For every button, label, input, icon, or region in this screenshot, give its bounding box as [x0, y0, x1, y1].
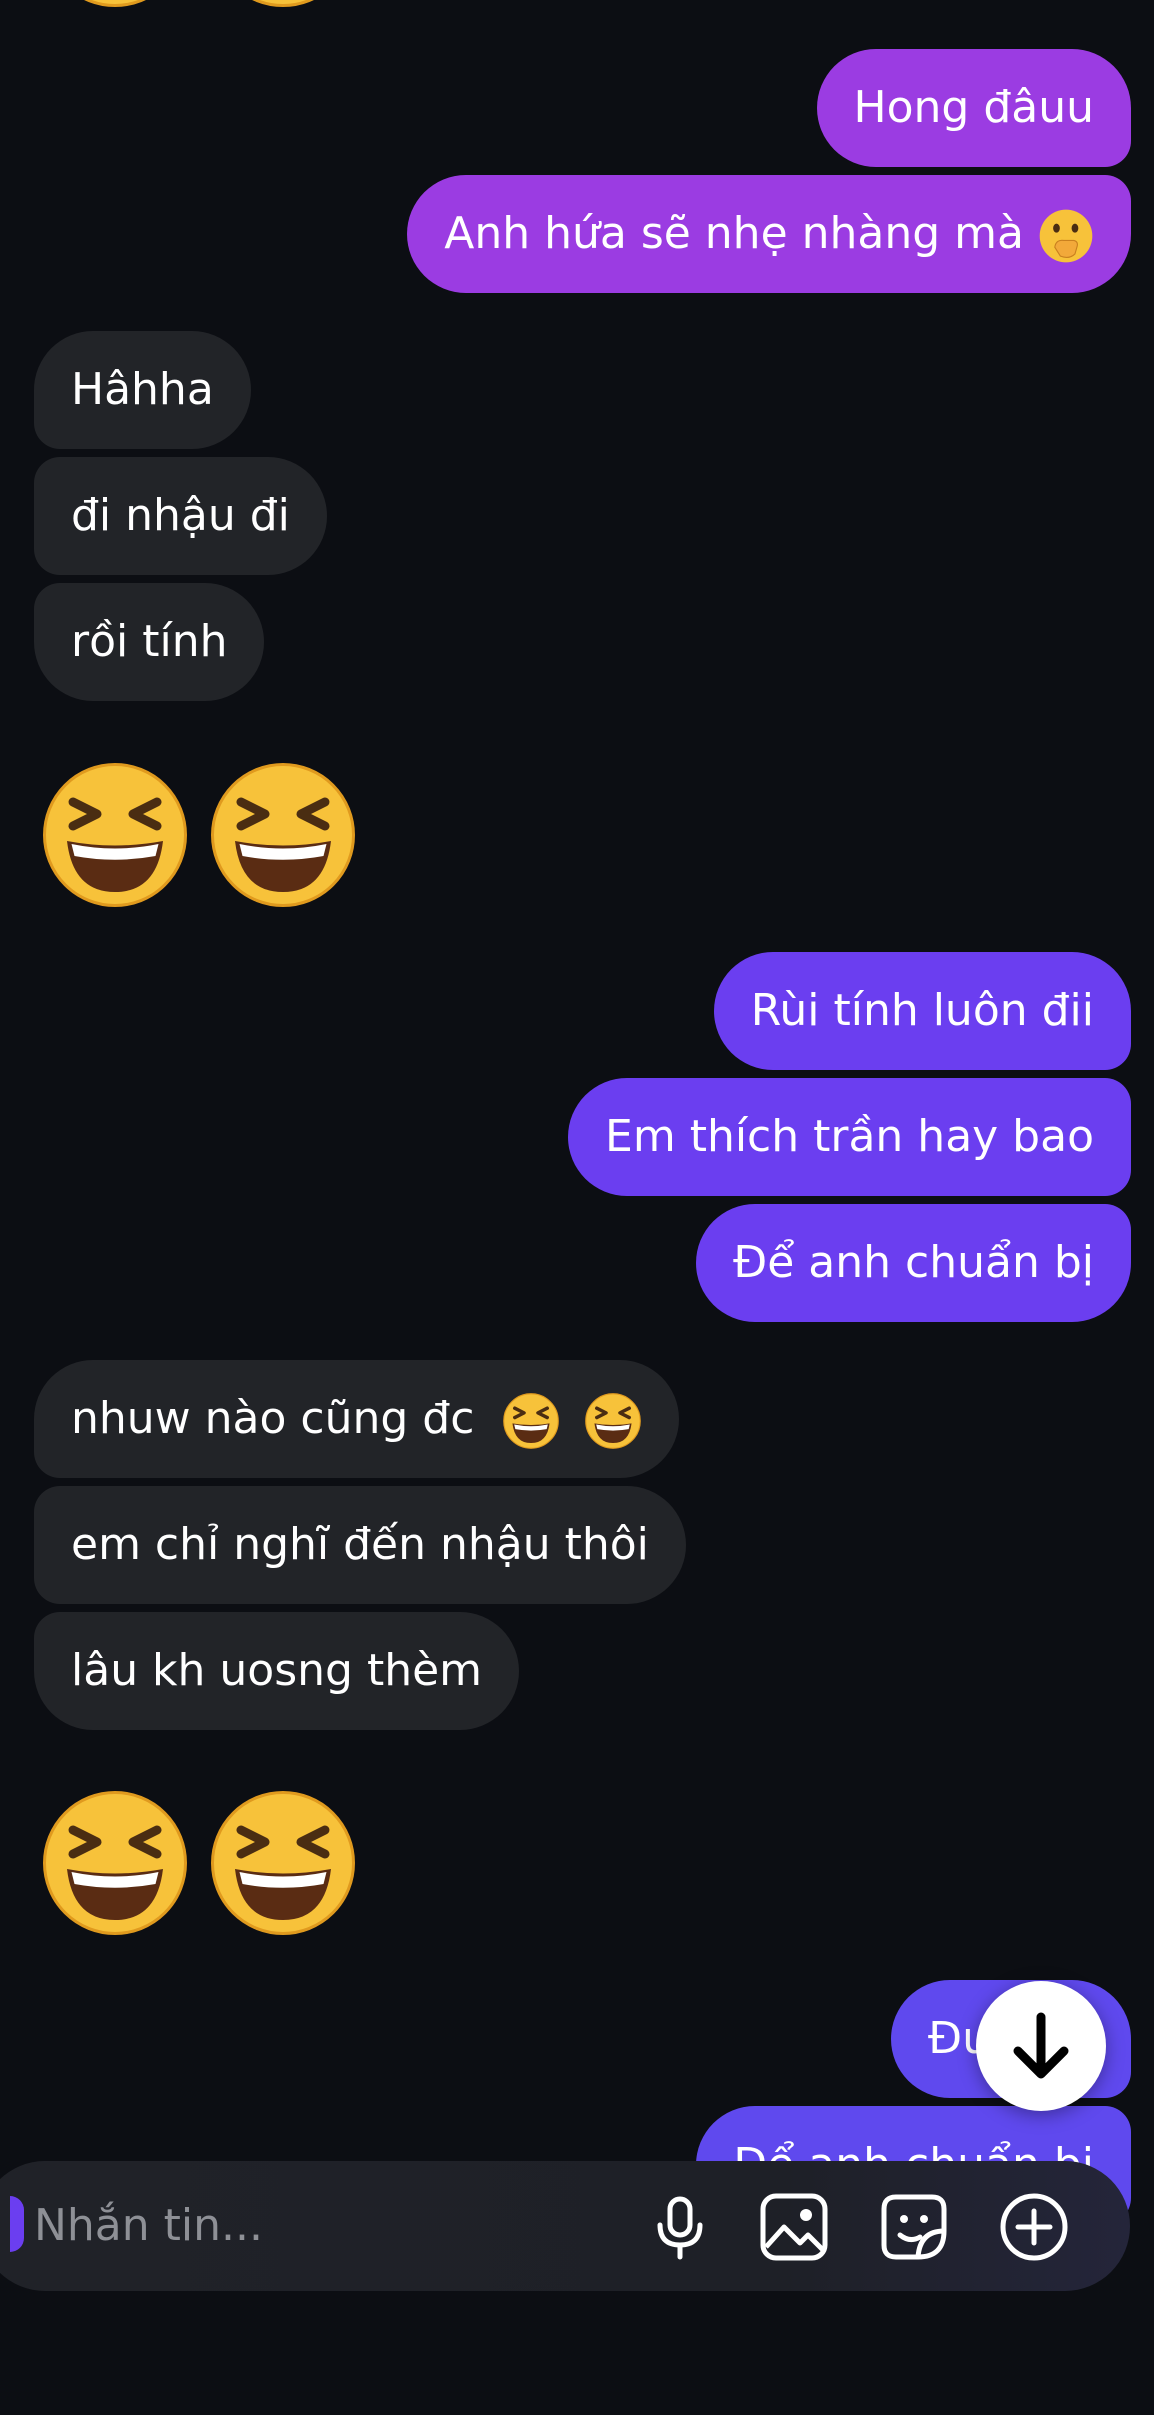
message-text: Anh hứa sẽ nhẹ nhàng mà: [444, 208, 1024, 259]
message-incoming[interactable]: nhuw nào cũng đc: [34, 1360, 680, 1478]
message-text: rồi tính: [71, 616, 228, 667]
grin-squint-emoji: [208, 760, 358, 910]
message-text: lâu kh uosng thèm: [71, 1645, 483, 1696]
message-text: đi nhậu đi: [71, 490, 290, 541]
message-outgoing[interactable]: Em thích trần hay bao: [568, 1078, 1131, 1196]
message-input[interactable]: Nhắn tin...: [34, 2161, 263, 2291]
message-text: Rùi tính luôn đii: [750, 985, 1094, 1036]
message-outgoing[interactable]: Rùi tính luôn đii: [713, 952, 1131, 1070]
message-incoming[interactable]: lâu kh uosng thèm: [34, 1612, 520, 1730]
message-text: Hong đâuu: [853, 82, 1094, 133]
image-icon[interactable]: [758, 2191, 830, 2263]
message-outgoing[interactable]: Hong đâuu: [816, 49, 1131, 167]
message-text: nhuw nào cũng đc: [71, 1393, 475, 1444]
grin-squint-emoji-partial: [40, 0, 190, 10]
plus-circle-icon[interactable]: [998, 2191, 1070, 2263]
message-text: Hâhha: [71, 364, 214, 415]
message-incoming[interactable]: rồi tính: [34, 583, 265, 701]
message-incoming[interactable]: đi nhậu đi: [34, 457, 327, 575]
chat-screen: Hong đâuu Anh hứa sẽ nhẹ nhàng mà Hâhha …: [0, 0, 1154, 2415]
grin-squint-emoji: [40, 760, 190, 910]
composer-accent: [10, 2196, 24, 2252]
grin-squint-icon: [502, 1392, 560, 1450]
message-text: Để anh chuẩn bị: [733, 1237, 1094, 1288]
message-outgoing[interactable]: Để anh chuẩn bị: [696, 1204, 1131, 1322]
message-text: em chỉ nghĩ đến nhậu thôi: [71, 1519, 649, 1570]
face-with-hand-over-mouth-icon: [1038, 208, 1094, 264]
sticker-icon[interactable]: [878, 2191, 950, 2263]
message-incoming[interactable]: Hâhha: [34, 331, 251, 449]
arrow-down-icon: [1013, 2012, 1069, 2079]
grin-squint-icon: [584, 1392, 642, 1450]
emoji-message[interactable]: [40, 1788, 358, 1938]
grin-squint-emoji: [208, 1788, 358, 1938]
message-text: Em thích trần hay bao: [605, 1111, 1094, 1162]
message-outgoing[interactable]: Anh hứa sẽ nhẹ nhàng mà: [407, 175, 1131, 293]
grin-squint-emoji: [40, 1788, 190, 1938]
message-incoming[interactable]: em chỉ nghĩ đến nhậu thôi: [34, 1486, 686, 1604]
mic-icon[interactable]: [644, 2191, 716, 2263]
grin-squint-emoji-partial: [208, 0, 358, 10]
emoji-message[interactable]: [40, 760, 358, 910]
scroll-to-bottom-button[interactable]: [976, 1981, 1106, 2111]
